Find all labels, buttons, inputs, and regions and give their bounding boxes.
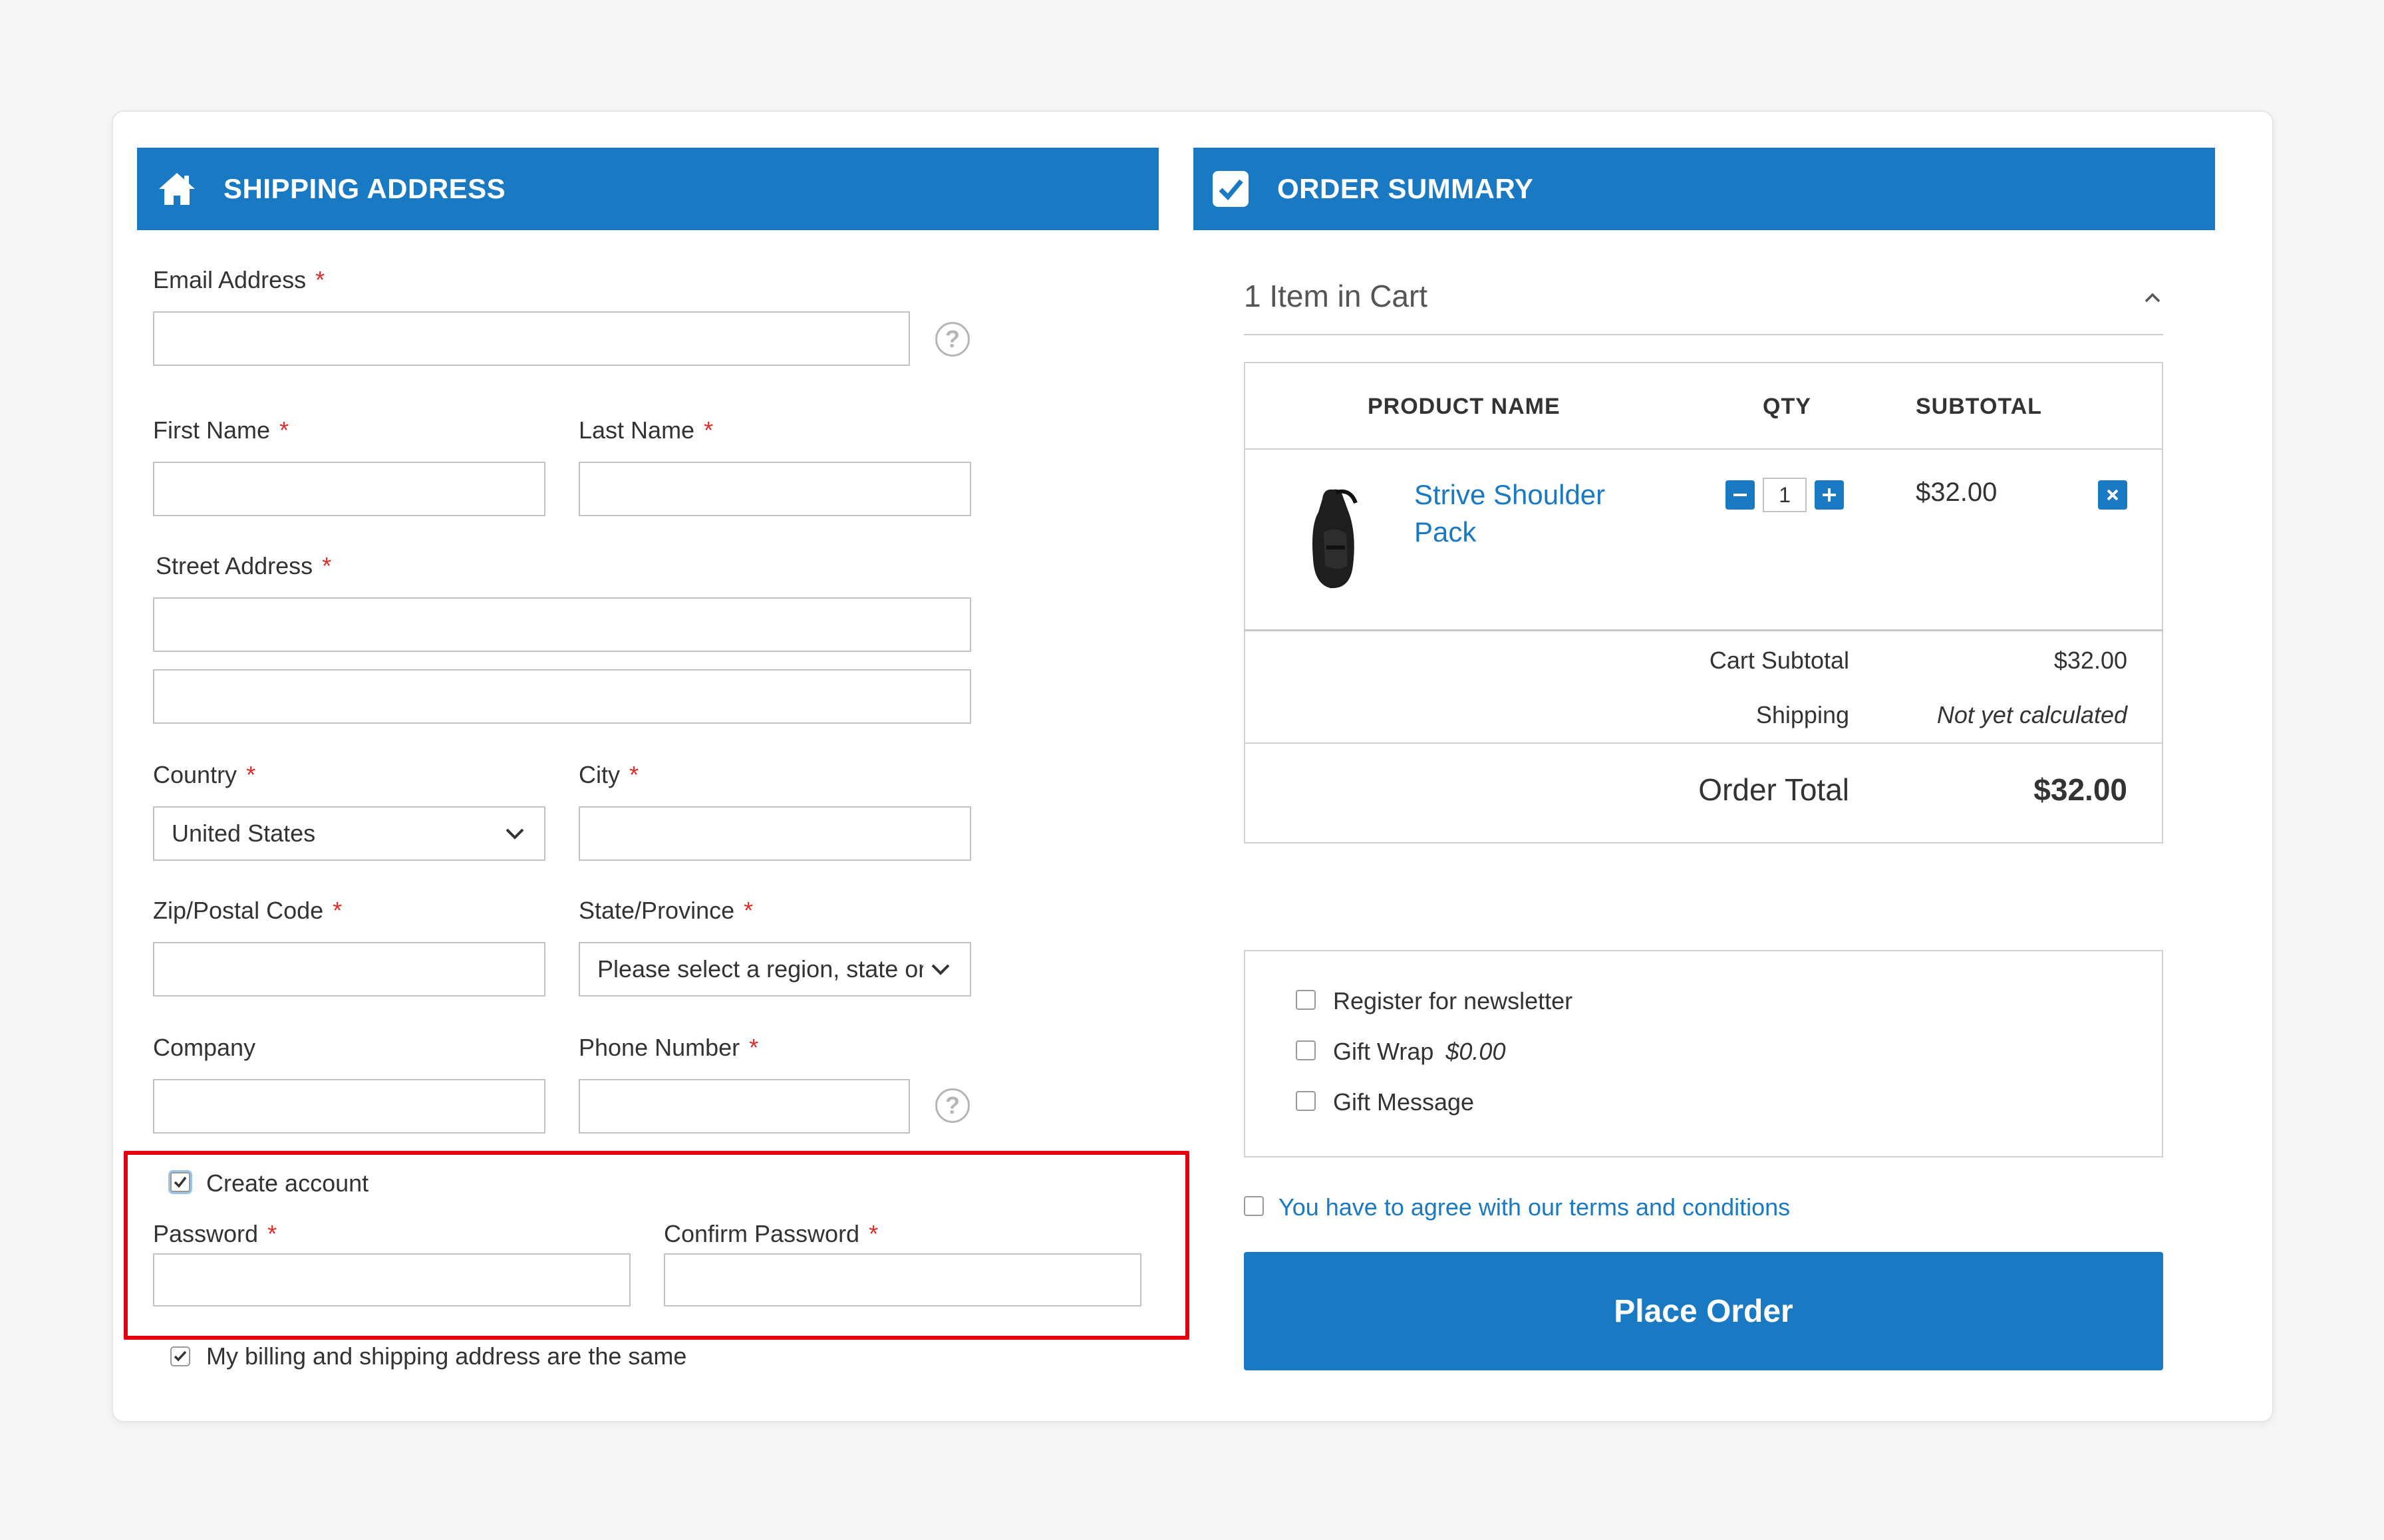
billing-same-checkbox[interactable] — [170, 1346, 190, 1366]
confirm-password-field[interactable] — [664, 1253, 1141, 1307]
gift-message-checkbox[interactable] — [1296, 1091, 1316, 1111]
items-divider — [1244, 629, 2163, 631]
company-field[interactable] — [153, 1079, 545, 1134]
shipping-address-header: SHIPPING ADDRESS — [137, 148, 1159, 230]
email-help-icon[interactable]: ? — [935, 322, 970, 357]
create-account-label: Create account — [206, 1169, 369, 1197]
cart-subtotal-value: $32.00 — [2053, 647, 2127, 674]
phone-label: Phone Number * — [579, 1034, 759, 1061]
gift-message-label: Gift Message — [1333, 1088, 1475, 1116]
totals-divider — [1244, 742, 2163, 744]
shipping-address-title: SHIPPING ADDRESS — [224, 173, 506, 204]
last-name-field[interactable] — [579, 462, 971, 516]
shipping-label: Shipping — [1755, 701, 1849, 728]
phone-field[interactable] — [579, 1079, 910, 1134]
newsletter-checkbox[interactable] — [1296, 990, 1316, 1010]
qty-decrease-button[interactable] — [1725, 480, 1755, 510]
street-address-label: Street Address * — [156, 552, 332, 579]
chevron-down-icon — [931, 964, 950, 975]
email-label: Email Address * — [153, 266, 325, 293]
home-icon — [157, 169, 197, 209]
gift-wrap-checkbox[interactable] — [1296, 1040, 1316, 1060]
minus-icon — [1733, 494, 1747, 496]
checkmark-icon — [170, 1346, 190, 1366]
item-subtotal: $32.00 — [1916, 478, 1998, 507]
chevron-up-icon[interactable] — [2142, 287, 2163, 309]
order-summary-header: ORDER SUMMARY — [1193, 148, 2215, 230]
qty-input[interactable]: 1 — [1763, 478, 1807, 512]
password-label: Password * — [153, 1220, 277, 1247]
company-label: Company — [153, 1034, 256, 1061]
terms-checkbox[interactable] — [1244, 1196, 1264, 1216]
order-total-value: $32.00 — [2033, 772, 2127, 807]
first-name-label: First Name * — [153, 416, 289, 444]
order-total-label: Order Total — [1698, 772, 1849, 807]
zip-field[interactable] — [153, 942, 545, 997]
product-thumbnail-backpack — [1312, 489, 1358, 589]
newsletter-label: Register for newsletter — [1333, 987, 1573, 1014]
email-field[interactable] — [153, 311, 910, 366]
plus-icon — [1823, 488, 1836, 502]
terms-link[interactable]: You have to agree with our terms and con… — [1278, 1193, 1790, 1221]
city-field[interactable] — [579, 806, 971, 861]
confirm-password-label: Confirm Password * — [664, 1220, 879, 1247]
checkbox-checked-icon — [1211, 169, 1251, 209]
checkmark-icon — [174, 1176, 187, 1188]
street-address-line1-field[interactable] — [153, 597, 971, 652]
last-name-label: Last Name * — [579, 416, 714, 444]
items-in-cart-title[interactable]: 1 Item in Cart — [1244, 278, 1427, 314]
city-label: City * — [579, 761, 639, 788]
country-select-value: United States — [172, 820, 316, 847]
chevron-down-icon — [506, 828, 524, 840]
state-select-value: Please select a region, state or provinc… — [597, 955, 923, 983]
table-header-divider — [1244, 448, 2163, 450]
qty-increase-button[interactable] — [1815, 480, 1844, 510]
place-order-button[interactable]: Place Order — [1244, 1252, 2163, 1370]
gift-wrap-label: Gift Wrap $0.00 — [1333, 1038, 1506, 1065]
zip-label: Zip/Postal Code * — [153, 897, 343, 924]
phone-help-icon[interactable]: ? — [935, 1088, 970, 1123]
product-name-link[interactable]: Strive Shoulder Pack — [1414, 476, 1640, 551]
password-field[interactable] — [153, 1253, 631, 1307]
first-name-field[interactable] — [153, 462, 545, 516]
cart-subtotal-label: Cart Subtotal — [1709, 647, 1849, 674]
column-header-product: PRODUCT NAME — [1368, 394, 1561, 419]
state-label: State/Province * — [579, 897, 754, 924]
cart-title-divider — [1244, 334, 2163, 335]
checkout-page: SHIPPING ADDRESS Email Address * ? First … — [0, 0, 2384, 1540]
order-summary-title: ORDER SUMMARY — [1277, 173, 1534, 204]
remove-item-button[interactable] — [2098, 480, 2127, 510]
close-icon — [2107, 489, 2119, 501]
country-label: Country * — [153, 761, 256, 788]
gift-wrap-price: $0.00 — [1445, 1038, 1506, 1065]
shipping-value: Not yet calculated — [1936, 701, 2127, 728]
column-header-subtotal: SUBTOTAL — [1916, 394, 2042, 419]
country-select[interactable]: United States — [153, 806, 545, 861]
state-select[interactable]: Please select a region, state or provinc… — [579, 942, 971, 997]
street-address-line2-field[interactable] — [153, 669, 971, 724]
column-header-qty: QTY — [1763, 394, 1811, 419]
billing-same-label: My billing and shipping address are the … — [206, 1342, 687, 1370]
create-account-checkbox[interactable] — [170, 1172, 190, 1192]
